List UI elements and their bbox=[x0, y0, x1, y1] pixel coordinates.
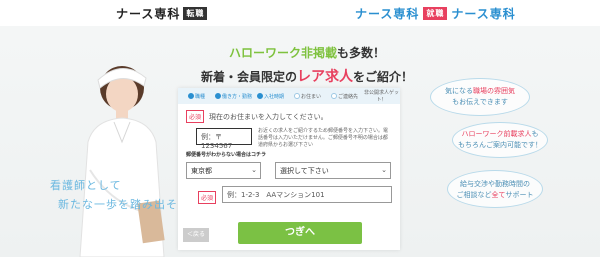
back-button[interactable]: ＜戻る bbox=[183, 228, 209, 242]
headline-text: も多数！ bbox=[337, 46, 386, 60]
bubble-text: 給与交渉や勤務時間の bbox=[460, 180, 530, 188]
headline-emphasis: ハローワーク非掲載 bbox=[228, 46, 337, 60]
step-item: お住まい bbox=[289, 92, 326, 100]
form-instruction: 現在のお住まいを入力してください。 bbox=[209, 112, 328, 121]
step-label: 働き方・勤務 bbox=[222, 93, 253, 100]
step-dot-icon bbox=[293, 92, 300, 99]
headline-text: をご紹介！ bbox=[353, 70, 414, 84]
bubble-text: サポート bbox=[505, 191, 534, 199]
bubble-text: もお伝えできます bbox=[452, 98, 508, 106]
catch-line: 看護師として bbox=[50, 179, 122, 192]
chevron-down-icon: ⌄ bbox=[381, 166, 387, 174]
site-header: ナース専科 転職 ナース専科 就職 ナース専科 bbox=[0, 0, 600, 26]
address-input[interactable]: 例：1-2-3 AAマンション101 bbox=[222, 186, 392, 203]
step-item: 働き方・勤務 bbox=[215, 92, 253, 100]
headline-line-2: 新着・会員限定のレア求人をご紹介！ bbox=[192, 66, 422, 86]
next-button[interactable]: つぎへ bbox=[238, 222, 362, 244]
feature-bubble: 給与交渉や勤務時間の ご相談など全てサポート bbox=[447, 170, 543, 208]
step-label: お住まい bbox=[300, 93, 321, 100]
bubble-text: ご相談など bbox=[456, 191, 492, 199]
prefecture-select[interactable]: 東京都 ⌄ bbox=[186, 162, 261, 179]
step-label: 職種 bbox=[194, 93, 205, 100]
prefecture-value: 東京都 bbox=[191, 167, 212, 175]
bubble-text: も bbox=[531, 130, 539, 138]
zip-unknown-link[interactable]: 郵便番号がわからない場合はコチラ bbox=[186, 151, 266, 158]
chevron-down-icon: ⌄ bbox=[251, 166, 257, 174]
bubble-text: もちろんご案内可能です！ bbox=[458, 141, 542, 149]
headline-emphasis: レア求人 bbox=[297, 69, 353, 85]
brand-name: ナース専科 bbox=[355, 7, 420, 21]
feature-bubble: ハローワーク前載求人も もちろんご案内可能です！ bbox=[452, 122, 548, 158]
form-question: 必須 現在のお住まいを入力してください。 bbox=[186, 110, 328, 123]
feature-bubble: 気になる職場の雰囲気 もお伝えできます bbox=[430, 78, 530, 116]
brand-badge: 転職 bbox=[183, 7, 208, 20]
brand-badge: 就職 bbox=[423, 7, 448, 20]
brand-logo-tenshoku[interactable]: ナース専科 転職 bbox=[116, 5, 208, 22]
bubble-highlight: 職場の雰囲気 bbox=[473, 87, 515, 95]
required-badge: 必須 bbox=[198, 191, 217, 204]
step-dot-icon bbox=[187, 92, 194, 99]
step-indicator: 職種 働き方・勤務 入社時期 お住まい ご連絡先 非公開求人ゲット！ bbox=[178, 88, 400, 104]
hero-catchphrase: 看護師として 新たな一歩を踏み出そう bbox=[50, 176, 190, 214]
hero-headline: ハローワーク非掲載も多数！ 新着・会員限定のレア求人をご紹介！ bbox=[192, 44, 422, 86]
step-dot-icon bbox=[330, 92, 337, 99]
bubble-text: 気になる bbox=[445, 87, 473, 95]
step-label: 入社時期 bbox=[263, 93, 284, 100]
nurse-photo bbox=[79, 66, 165, 257]
brand-name: ナース専科 bbox=[116, 7, 181, 21]
zip-code-note: お近くの求人をご紹介するため郵便番号を入力下さい。電話番号は入力いただけません。… bbox=[258, 128, 389, 148]
bubble-highlight: 全て bbox=[491, 191, 506, 199]
step-item: 職種 bbox=[178, 92, 215, 100]
step-dot-icon bbox=[256, 92, 263, 99]
brand-name: ナース専科 bbox=[451, 7, 516, 21]
brand-logo-shushoku[interactable]: ナース専科 就職 ナース専科 bbox=[355, 5, 516, 22]
step-item: 入社時期 bbox=[252, 92, 289, 100]
step-label: ご連絡先 bbox=[337, 93, 358, 100]
catch-line: 新たな一歩を踏み出そう bbox=[58, 198, 190, 211]
city-select[interactable]: 選択して下さい ⌄ bbox=[275, 162, 391, 179]
step-label: 非公開求人ゲット！ bbox=[363, 90, 399, 103]
city-value: 選択して下さい bbox=[280, 167, 329, 175]
zip-code-input[interactable]: 例：〒1234567 bbox=[196, 128, 252, 150]
step-item: 非公開求人ゲット！ bbox=[363, 89, 400, 103]
step-dot-icon bbox=[215, 92, 221, 99]
headline-line-1: ハローワーク非掲載も多数！ bbox=[192, 44, 422, 61]
required-badge: 必須 bbox=[186, 110, 205, 123]
headline-text: 新着・会員限定の bbox=[200, 70, 297, 84]
bubble-highlight: 前載求人 bbox=[503, 130, 532, 138]
step-item: ご連絡先 bbox=[326, 92, 363, 100]
bubble-highlight: ハローワーク bbox=[461, 130, 504, 138]
